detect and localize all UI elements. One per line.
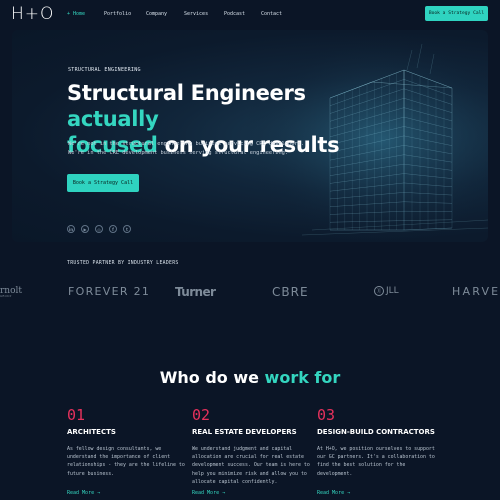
jll-mark-icon: )| xyxy=(374,286,384,296)
card-description-line: development. xyxy=(317,470,353,477)
trusted-partners-label: TRUSTED PARTNER BY INDUSTRY LEADERS xyxy=(67,261,179,266)
card-description: At H+O, we position ourselves to support… xyxy=(317,445,435,478)
twitter-icon[interactable]: t xyxy=(123,225,131,233)
card-description-line: understand the importance of client xyxy=(67,454,171,461)
partner-logo-arnolt: rnolt GROUP xyxy=(0,286,22,298)
card-description-line: allocate capital confidently. xyxy=(192,478,278,485)
hero-subtext-line-1: We're not in the structural engineering … xyxy=(68,141,304,147)
client-card-contractors: 03 DESIGN-BUILD CONTRACTORS At H+O, we p… xyxy=(317,406,435,496)
nav-link-company[interactable]: Company xyxy=(146,11,167,17)
nav-link-contact[interactable]: Contact xyxy=(261,11,282,17)
hero-eyebrow: STRUCTURAL ENGINEERING xyxy=(68,67,141,73)
nav-link-podcast[interactable]: Podcast xyxy=(224,11,245,17)
card-title: DESIGN-BUILD CONTRACTORS xyxy=(317,428,435,436)
partner-logo-row: rnolt GROUP FOREVER 21 Turner CBRE )| JL… xyxy=(0,280,500,304)
partner-logo-jll: )| JLL xyxy=(374,286,399,296)
card-title: REAL ESTATE DEVELOPERS xyxy=(192,428,297,436)
card-number: 01 xyxy=(67,406,86,424)
partner-logo-turner: Turner xyxy=(175,285,216,299)
card-description: We understand judgment and capital alloc… xyxy=(192,445,310,486)
client-card-developers: 02 REAL ESTATE DEVELOPERS We understand … xyxy=(192,406,310,496)
read-more-link-contractors[interactable]: Read More → xyxy=(317,490,350,496)
read-more-link-architects[interactable]: Read More → xyxy=(67,490,100,496)
read-more-link-developers[interactable]: Read More → xyxy=(192,490,225,496)
nav-strategy-call-button[interactable]: Book a Strategy Call xyxy=(425,6,488,21)
hero-subtext: We're not in the structural engineering … xyxy=(68,140,328,158)
partner-logo-jll-text: JLL xyxy=(386,286,399,296)
card-description-line: relationships - they are the lifeline to xyxy=(67,462,185,469)
who-title-accent: work for xyxy=(264,368,341,387)
headline-accent-actually: actually xyxy=(67,107,159,131)
nav-link-portfolio[interactable]: Portfolio xyxy=(104,11,131,17)
instagram-icon[interactable]: ◎ xyxy=(95,225,103,233)
card-description-line: help you minimize risk and allow you to xyxy=(192,470,307,477)
linkedin-icon[interactable]: in xyxy=(67,225,75,233)
partner-logo-harvest: HARVES xyxy=(452,285,500,298)
who-section-title: Who do we work for xyxy=(0,368,500,387)
partner-logo-forever21: FOREVER 21 xyxy=(68,285,151,298)
card-description-line: allocation are crucial for real estate xyxy=(192,454,304,461)
card-description-line: At H+O, we position ourselves to support xyxy=(317,446,435,452)
facebook-icon[interactable]: f xyxy=(109,225,117,233)
card-description-line: find the best solution for the xyxy=(317,462,406,469)
card-title: ARCHITECTS xyxy=(67,428,116,436)
social-links: in ▶ ◎ f t xyxy=(67,225,131,233)
who-title-text: Who do we xyxy=(159,368,265,387)
card-description-line: our GC partners. It's a collaboration to xyxy=(317,454,435,461)
youtube-icon[interactable]: ▶ xyxy=(81,225,89,233)
hero-subtext-line-2: We're in the CRE development business se… xyxy=(68,150,289,156)
nav-link-home[interactable]: + Home xyxy=(67,11,85,17)
nav-link-services[interactable]: Services xyxy=(184,11,208,17)
client-card-architects: 01 ARCHITECTS As fellow design consultan… xyxy=(67,406,185,496)
card-description-line: development success. Our team is here to xyxy=(192,462,310,469)
card-description-line: We understand judgment and capital xyxy=(192,446,293,452)
card-number: 02 xyxy=(192,406,211,424)
site-logo[interactable]: H+O xyxy=(11,4,54,24)
hero-section: STRUCTURAL ENGINEERING Structural Engine… xyxy=(12,30,488,242)
top-nav: H+O + Home Portfolio Company Services Po… xyxy=(0,0,500,28)
card-description-line: future business. xyxy=(67,470,115,477)
partner-logo-cbre: CBRE xyxy=(272,285,309,299)
card-description: As fellow design consultants, we underst… xyxy=(67,445,185,478)
headline-text: Structural Engineers xyxy=(67,81,306,105)
card-number: 03 xyxy=(317,406,336,424)
card-description-line: As fellow design consultants, we xyxy=(67,446,162,452)
hero-strategy-call-button[interactable]: Book a Strategy Call xyxy=(67,174,139,192)
